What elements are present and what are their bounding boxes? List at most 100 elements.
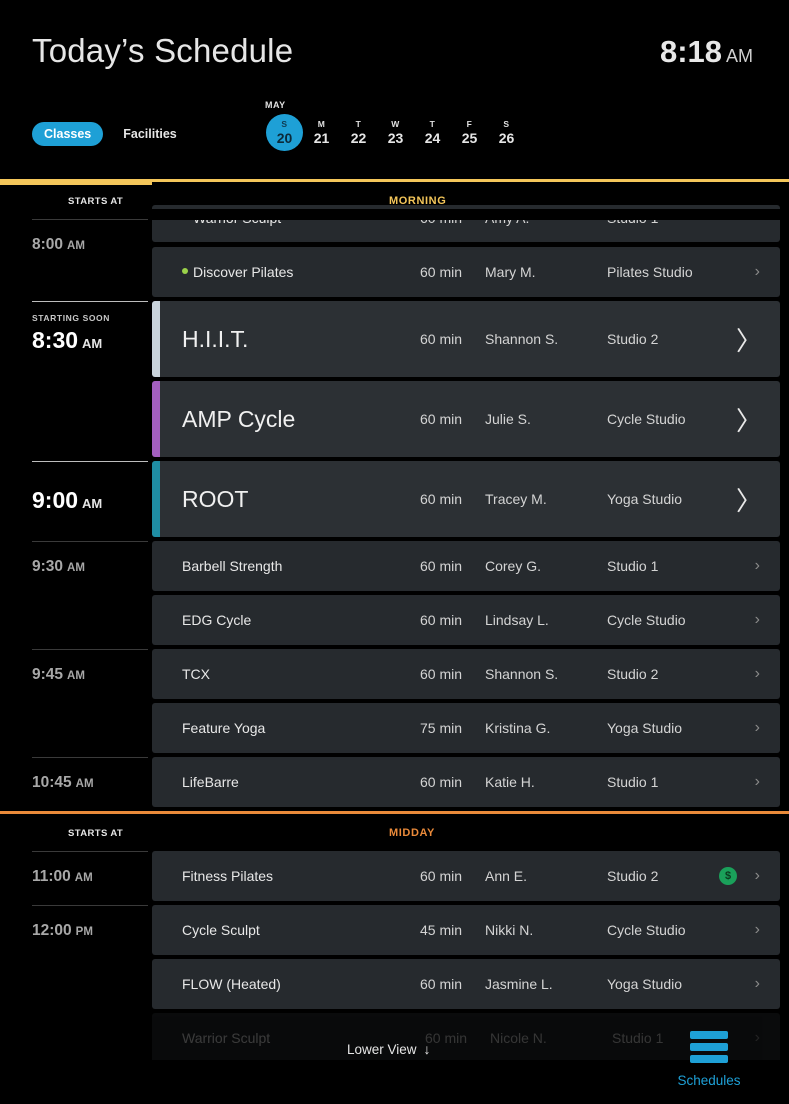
- time-value: 9:00: [32, 487, 79, 513]
- class-name: H.I.I.T.: [182, 325, 249, 352]
- class-row[interactable]: TCX 60 min Shannon S. Studio 2 ›: [152, 649, 780, 699]
- tab-facilities[interactable]: Facilities: [103, 122, 197, 146]
- clock: 8:18 AM: [660, 34, 753, 70]
- day-number: 25: [461, 130, 478, 146]
- class-location: Pilates Studio: [607, 264, 693, 280]
- time-ampm: AM: [74, 872, 93, 884]
- class-name: ROOT: [182, 485, 249, 512]
- class-row-featured[interactable]: ROOT 60 min Tracey M. Yoga Studio 〉: [152, 461, 780, 537]
- time-value: 9:45: [32, 666, 64, 683]
- chevron-right-icon: ›: [754, 921, 760, 938]
- class-row-featured[interactable]: H.I.I.T. 60 min Shannon S. Studio 2 〉: [152, 301, 780, 377]
- chevron-right-icon: ›: [754, 665, 760, 682]
- day-number: 22: [350, 130, 367, 146]
- class-location: Cycle Studio: [607, 612, 686, 628]
- day-20[interactable]: S 20: [266, 114, 303, 151]
- day-23[interactable]: W 23: [377, 114, 414, 151]
- class-name: EDG Cycle: [182, 612, 252, 628]
- lower-view-label: Lower View: [347, 1041, 417, 1057]
- time-value: 8:30: [32, 327, 79, 353]
- class-row[interactable]: EDG Cycle 60 min Lindsay L. Cycle Studio…: [152, 595, 780, 645]
- time-ampm: PM: [75, 926, 93, 938]
- time-ampm: AM: [75, 778, 94, 790]
- midday-divider: [0, 811, 789, 814]
- class-row[interactable]: Feature Yoga 75 min Kristina G. Yoga Stu…: [152, 703, 780, 753]
- class-instructor: Shannon S.: [485, 666, 559, 682]
- starts-at-label: STARTS AT: [68, 828, 124, 839]
- class-duration: 60 min: [420, 411, 463, 427]
- class-location: Studio 1: [607, 558, 659, 574]
- class-location: Cycle Studio: [607, 411, 686, 427]
- chevron-right-icon: ›: [754, 263, 760, 280]
- class-duration: 75 min: [420, 720, 463, 736]
- day-25[interactable]: F 25: [451, 114, 488, 151]
- class-row[interactable]: Cycle Sculpt 45 min Nikki N. Cycle Studi…: [152, 905, 780, 955]
- class-instructor: Shannon S.: [485, 331, 559, 347]
- time-divider: [32, 219, 148, 220]
- class-location: Studio 2: [607, 868, 659, 884]
- chevron-right-icon: ›: [754, 867, 760, 884]
- class-location: Cycle Studio: [607, 922, 686, 938]
- chevron-right-icon: 〉: [735, 405, 762, 436]
- day-letter: T: [355, 119, 362, 129]
- class-row[interactable]: Barbell Strength 60 min Corey G. Studio …: [152, 541, 780, 591]
- day-21[interactable]: M 21: [303, 114, 340, 151]
- class-row-featured[interactable]: AMP Cycle 60 min Julie S. Cycle Studio 〉: [152, 381, 780, 457]
- class-duration: 60 min: [420, 331, 463, 347]
- time-8-30: 8:30 AM: [32, 327, 102, 354]
- day-letter: S: [281, 119, 288, 129]
- clock-time: 8:18: [659, 34, 722, 69]
- time-8-00: 8:00 AM: [32, 236, 85, 254]
- class-location: Yoga Studio: [607, 491, 682, 507]
- class-name: Barbell Strength: [182, 558, 283, 574]
- time-ampm: AM: [67, 240, 85, 252]
- class-row[interactable]: Discover Pilates 60 min Mary M. Pilates …: [152, 247, 780, 297]
- time-11-00: 11:00 AM: [32, 868, 93, 886]
- class-duration: 60 min: [420, 558, 463, 574]
- tab-classes[interactable]: Classes: [32, 122, 104, 146]
- time-ampm: AM: [67, 562, 85, 574]
- chevron-right-icon: ›: [754, 557, 760, 574]
- class-instructor: Katie H.: [485, 774, 535, 790]
- day-22[interactable]: T 22: [340, 114, 377, 151]
- class-duration: 60 min: [420, 612, 463, 628]
- time-ampm: AM: [82, 496, 103, 511]
- day-picker: S 20 M 21 T 22 W 23 T 24 F 25 S 26: [266, 114, 525, 151]
- class-instructor: Nikki N.: [485, 922, 534, 938]
- day-number: 20: [276, 130, 293, 146]
- class-row[interactable]: FLOW (Heated) 60 min Jasmine L. Yoga Stu…: [152, 959, 780, 1009]
- dollar-icon: $: [719, 867, 737, 885]
- chevron-right-icon: ›: [754, 975, 760, 992]
- time-divider: [32, 757, 148, 758]
- class-row[interactable]: LifeBarre 60 min Katie H. Studio 1 ›: [152, 757, 780, 807]
- starting-soon-label: STARTING SOON: [32, 313, 111, 323]
- lower-view-button[interactable]: Lower View ↓: [347, 1041, 431, 1057]
- class-duration: 60 min: [420, 264, 463, 280]
- chevron-right-icon: ›: [754, 719, 760, 736]
- day-26[interactable]: S 26: [488, 114, 525, 151]
- day-number: 23: [387, 130, 404, 146]
- class-row[interactable]: Fitness Pilates 60 min Ann E. Studio 2 $…: [152, 851, 780, 901]
- day-letter: F: [466, 119, 473, 129]
- schedules-button[interactable]: Schedules: [672, 1031, 746, 1088]
- class-name: TCX: [182, 666, 210, 682]
- chevron-right-icon: ›: [754, 611, 760, 628]
- view-toggle: Classes Facilities: [32, 122, 197, 146]
- time-value: 10:45: [32, 774, 72, 791]
- class-duration: 60 min: [420, 868, 463, 884]
- class-instructor: Jasmine L.: [485, 976, 553, 992]
- class-name: Feature Yoga: [182, 720, 266, 736]
- class-name-text: Discover Pilates: [193, 264, 294, 280]
- time-divider: [32, 541, 148, 542]
- day-24[interactable]: T 24: [414, 114, 451, 151]
- header: Today’s Schedule 8:18 AM Classes Facilit…: [0, 0, 789, 180]
- section-heading-midday: MIDDAY: [389, 827, 435, 839]
- day-number: 26: [498, 130, 515, 146]
- class-name: Fitness Pilates: [182, 868, 274, 884]
- time-divider: [32, 461, 148, 462]
- class-duration: 60 min: [420, 491, 463, 507]
- class-instructor: Lindsay L.: [485, 612, 549, 628]
- time-9-00: 9:00 AM: [32, 487, 102, 514]
- class-name: LifeBarre: [182, 774, 239, 790]
- class-instructor: Julie S.: [485, 411, 531, 427]
